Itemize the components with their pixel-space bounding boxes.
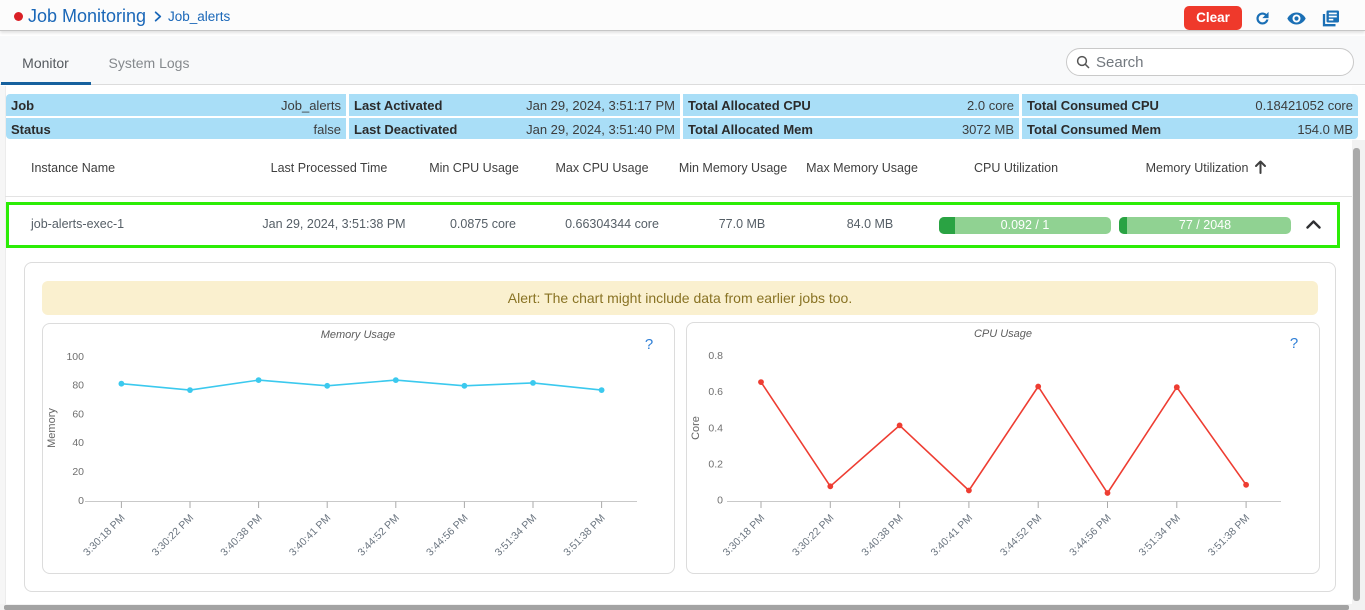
svg-text:100: 100 [66, 351, 84, 363]
svg-text:Memory: Memory [46, 408, 58, 448]
svg-text:3:40:38 PM: 3:40:38 PM [859, 512, 905, 558]
svg-text:0: 0 [78, 495, 84, 507]
svg-text:Memory Usage: Memory Usage [321, 329, 396, 341]
svg-text:3:40:41 PM: 3:40:41 PM [287, 512, 333, 558]
svg-text:0.2: 0.2 [708, 459, 723, 471]
svg-text:0.4: 0.4 [708, 422, 723, 434]
svg-text:20: 20 [72, 466, 84, 478]
svg-text:80: 80 [72, 380, 84, 392]
svg-text:?: ? [645, 336, 653, 353]
svg-text:3:44:52 PM: 3:44:52 PM [998, 512, 1044, 558]
svg-text:3:30:22 PM: 3:30:22 PM [150, 512, 196, 558]
svg-text:3:40:41 PM: 3:40:41 PM [929, 512, 975, 558]
svg-text:60: 60 [72, 408, 84, 420]
svg-text:3:51:38 PM: 3:51:38 PM [561, 512, 607, 558]
svg-text:3:40:38 PM: 3:40:38 PM [218, 512, 264, 558]
svg-text:3:44:52 PM: 3:44:52 PM [355, 512, 401, 558]
svg-text:3:30:22 PM: 3:30:22 PM [790, 512, 836, 558]
svg-text:40: 40 [72, 437, 84, 449]
svg-text:3:44:56 PM: 3:44:56 PM [424, 512, 470, 558]
svg-text:3:44:56 PM: 3:44:56 PM [1067, 512, 1113, 558]
svg-text:CPU Usage: CPU Usage [974, 328, 1032, 340]
svg-text:3:30:18 PM: 3:30:18 PM [81, 512, 127, 558]
svg-text:?: ? [1290, 335, 1298, 352]
svg-text:3:51:34 PM: 3:51:34 PM [493, 512, 539, 558]
svg-text:0.8: 0.8 [708, 350, 723, 362]
svg-text:Core: Core [690, 416, 702, 440]
svg-text:0: 0 [717, 495, 723, 507]
svg-text:0.6: 0.6 [708, 386, 723, 398]
svg-text:3:51:38 PM: 3:51:38 PM [1206, 512, 1252, 558]
svg-text:3:51:34 PM: 3:51:34 PM [1136, 512, 1182, 558]
svg-text:3:30:18 PM: 3:30:18 PM [721, 512, 767, 558]
